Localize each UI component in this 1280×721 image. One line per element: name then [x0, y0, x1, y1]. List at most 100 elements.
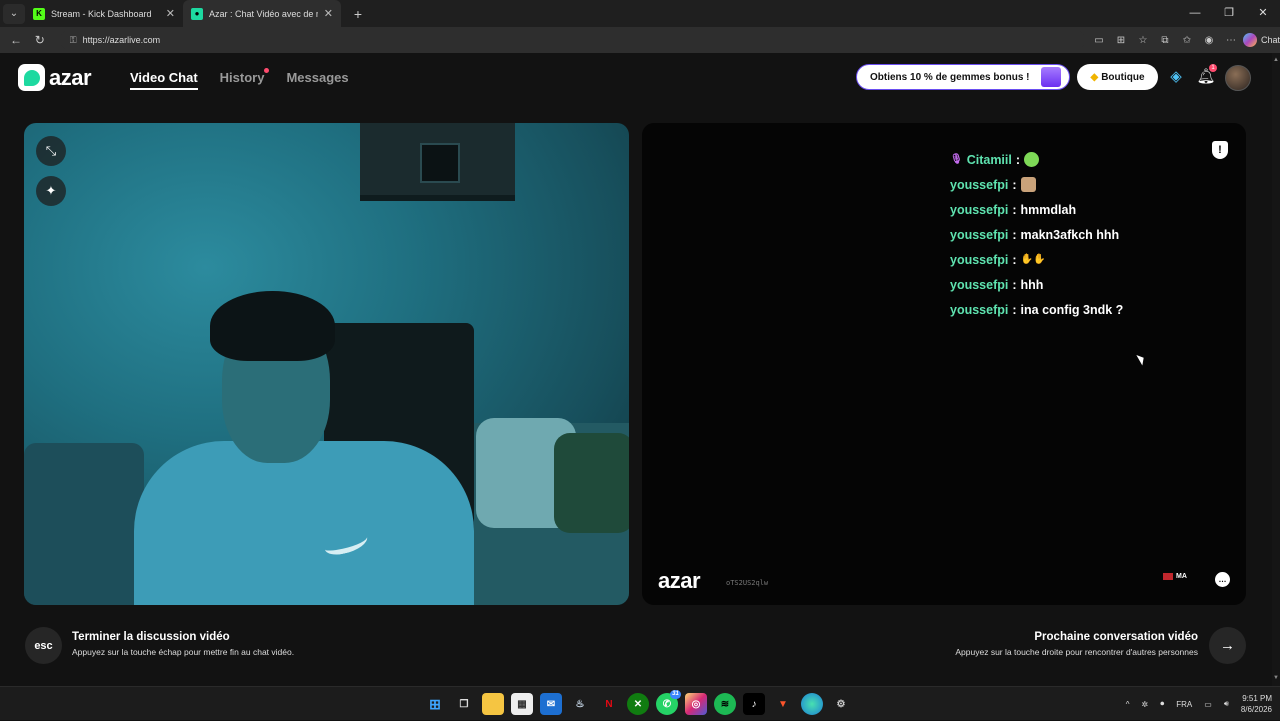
shop-label: Boutique: [1101, 71, 1145, 83]
tab-title: Azar : Chat Vidéo avec de nou: [209, 8, 318, 19]
netflix-icon[interactable]: N: [598, 693, 620, 715]
profile-icon[interactable]: ◉: [1201, 35, 1217, 46]
camera-icon[interactable]: ▭: [1091, 35, 1107, 46]
whatsapp-icon[interactable]: ✆ 31: [656, 690, 681, 715]
display-icon[interactable]: ▭: [1204, 700, 1212, 709]
time: 9:51 PM: [1242, 694, 1272, 703]
close-tab-icon[interactable]: ✕: [166, 7, 175, 20]
tab-title: Stream - Kick Dashboard: [51, 8, 152, 19]
extensions-icon[interactable]: ⧉: [1157, 35, 1173, 46]
chat-text: hmmdlah: [1020, 202, 1077, 217]
morocco-flag-icon: [1163, 573, 1173, 580]
chat-username: youssefpi: [950, 177, 1009, 192]
brave-icon[interactable]: ▼: [772, 693, 794, 715]
azar-watermark: azar: [658, 568, 701, 593]
volume-icon[interactable]: 🔊︎: [1224, 699, 1229, 709]
logo-text: azar: [49, 64, 92, 90]
gift-icon: [1041, 67, 1061, 87]
windows-start-icon[interactable]: ⊞: [424, 693, 446, 715]
chat-text: ina config 3ndk ?: [1020, 302, 1124, 317]
report-shield-icon[interactable]: !: [1212, 141, 1228, 159]
browser-tabbar: ⌄ K Stream - Kick Dashboard ✕ ● Azar : C…: [0, 0, 1280, 27]
clock[interactable]: 9:51 PM 8/6/2026: [1241, 693, 1272, 715]
store-icon[interactable]: ▦: [511, 693, 533, 715]
more-icon[interactable]: ⋯: [1223, 35, 1239, 46]
azar-logo[interactable]: azar: [18, 64, 92, 91]
outlook-icon[interactable]: ✉: [540, 693, 562, 715]
gem-icon: ◆: [1090, 71, 1099, 83]
next-chat-title: Prochaine conversation vidéo: [1034, 631, 1198, 643]
shelf: [360, 123, 515, 201]
settings-app-icon[interactable]: ⚙: [830, 693, 852, 715]
chat-message: youssefpi: ✋✋: [950, 252, 1046, 267]
next-chat-text: Prochaine conversation vidéo Appuyez sur…: [955, 631, 1198, 657]
close-tab-icon[interactable]: ✕: [324, 7, 333, 20]
chat-message: youssefpi: makn3afkch hhh: [950, 227, 1120, 242]
task-view-icon[interactable]: ❐: [453, 693, 475, 715]
close-window-icon[interactable]: ✕: [1246, 0, 1280, 27]
nav-video-chat[interactable]: Video Chat: [130, 70, 198, 90]
restore-icon[interactable]: ❐: [1212, 0, 1246, 27]
site-header: azar Video Chat History Messages Obtiens…: [0, 53, 1280, 103]
back-icon[interactable]: ←: [4, 33, 28, 47]
mic-tray-icon[interactable]: ⏺: [1160, 699, 1164, 709]
chat-username: youssefpi: [950, 252, 1009, 267]
notification-badge: 1: [1209, 64, 1217, 72]
xbox-icon[interactable]: ✕: [627, 693, 649, 715]
url-field[interactable]: ⚿ https://azarlive.com: [59, 30, 1085, 50]
copilot-button[interactable]: Chat: [1242, 33, 1280, 47]
chat-overlay: 🎙︎ Citamiil: youssefpi: youssefpi: hmmdl…: [950, 147, 1210, 322]
tray-overflow-icon[interactable]: ^: [1126, 700, 1130, 709]
azar-logo-icon: [18, 64, 45, 91]
tab-azar[interactable]: ● Azar : Chat Vidéo avec de nou ✕: [183, 0, 341, 27]
nav-messages[interactable]: Messages: [286, 70, 348, 90]
edge-icon[interactable]: [801, 693, 823, 715]
brightness-icon[interactable]: ✲: [1142, 700, 1149, 709]
apps-icon[interactable]: ⊞: [1113, 35, 1129, 46]
gems-promo-button[interactable]: Obtiens 10 % de gemmes bonus !: [856, 64, 1070, 90]
main-nav: Video Chat History Messages: [130, 68, 349, 90]
address-bar-row: ← ↻ ⚿ https://azarlive.com ▭ ⊞ ☆ ⧉ ✩ ◉ ⋯…: [0, 27, 1280, 53]
minimize-video-icon[interactable]: ⤡: [36, 136, 66, 166]
steam-icon[interactable]: ♨: [569, 693, 591, 715]
favorite-star-icon[interactable]: ☆: [1135, 35, 1151, 46]
pillow: [554, 433, 629, 533]
shop-button[interactable]: ◆ Boutique: [1077, 64, 1158, 90]
chat-message: youssefpi: hhh: [950, 277, 1044, 292]
chat-username: youssefpi: [950, 277, 1009, 292]
spotify-icon[interactable]: ≋: [714, 693, 736, 715]
window-controls: — ❐ ✕: [1178, 0, 1280, 27]
whatsapp-badge: 31: [670, 690, 681, 699]
taskbar-apps: ⊞ ❐ ▦ ✉ ♨ N ✕ ✆ 31 ◎ ≋ ♪ ▼ ⚙: [424, 690, 852, 715]
next-chat-subtitle: Appuyez sur la touche droite pour rencon…: [955, 647, 1198, 657]
gift-emoji-icon: [1024, 152, 1040, 167]
minimize-icon[interactable]: —: [1178, 0, 1212, 27]
file-explorer-icon[interactable]: [482, 693, 504, 715]
nav-history-label: History: [219, 70, 265, 85]
tiktok-icon[interactable]: ♪: [743, 693, 765, 715]
end-chat-button[interactable]: esc: [25, 627, 62, 664]
effects-wand-icon[interactable]: ✦: [36, 176, 66, 206]
mouse-cursor: [1136, 352, 1147, 366]
history-dot: [264, 68, 270, 73]
chat-username: Citamiil: [966, 152, 1012, 167]
refresh-icon[interactable]: ↻: [28, 33, 52, 47]
gems-icon[interactable]: ◈: [1166, 67, 1186, 87]
system-tray: ^ ✲ ⏺ FRA ▭ 🔊︎ 9:51 PM 8/6/2026: [1126, 687, 1272, 721]
nav-history[interactable]: History: [219, 68, 270, 90]
language-indicator[interactable]: FRA: [1176, 700, 1192, 709]
chat-bubble-icon[interactable]: …: [1215, 572, 1230, 587]
new-tab-button[interactable]: +: [347, 6, 369, 22]
room-id: oTS2US2qlw: [726, 579, 769, 587]
page-scrollbar[interactable]: ▲ ▼: [1272, 53, 1280, 686]
next-chat-arrow-icon[interactable]: →: [1209, 627, 1246, 664]
site-info-icon[interactable]: ⚿: [70, 35, 77, 46]
tab-actions-menu[interactable]: ⌄: [3, 3, 25, 24]
favorites-icon[interactable]: ✩: [1179, 35, 1195, 46]
tab-kick-dashboard[interactable]: K Stream - Kick Dashboard ✕: [25, 0, 183, 27]
country-indicator: MA: [1163, 573, 1187, 580]
chat-username: youssefpi: [950, 202, 1009, 217]
instagram-icon[interactable]: ◎: [685, 693, 707, 715]
chat-message: youssefpi: ina config 3ndk ?: [950, 302, 1124, 317]
avatar[interactable]: [1225, 65, 1251, 91]
